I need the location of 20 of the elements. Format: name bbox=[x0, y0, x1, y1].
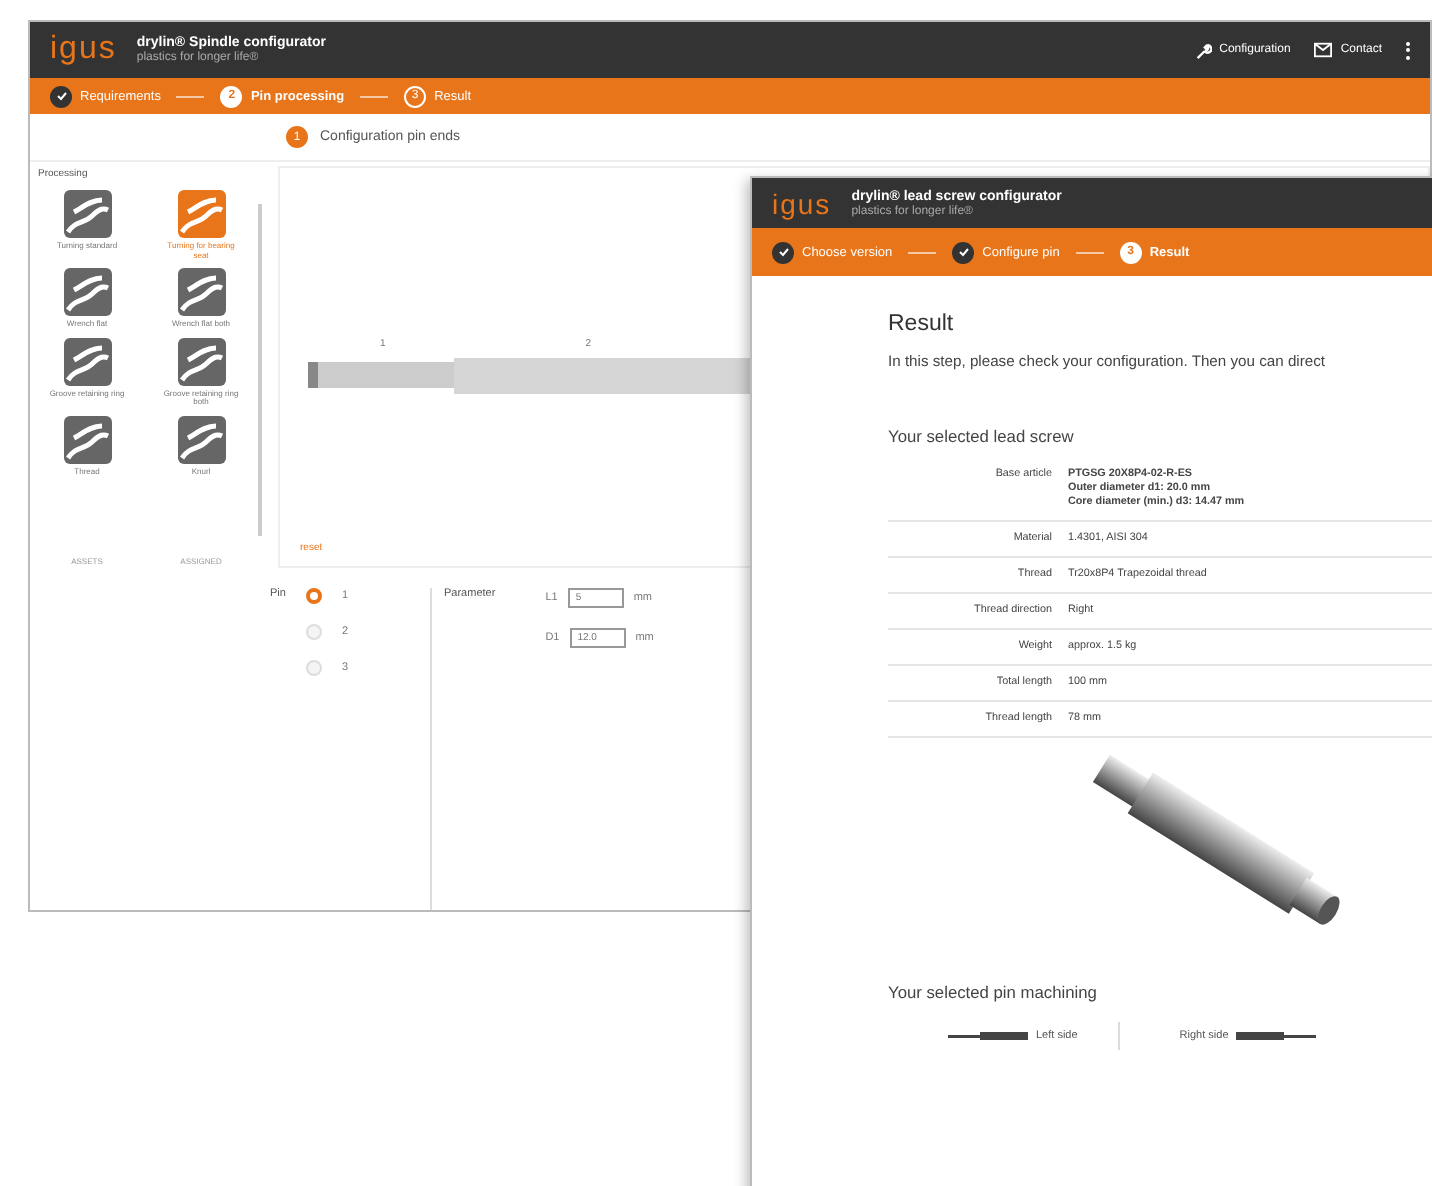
section-title: Your selected lead screw bbox=[888, 426, 1076, 446]
processing-tile-icon bbox=[175, 413, 227, 466]
logo: igus bbox=[772, 187, 832, 219]
wrench-icon bbox=[1193, 41, 1212, 59]
processing-tile-icon bbox=[61, 335, 113, 388]
page-heading: Result bbox=[888, 312, 956, 336]
processing-tile-icon bbox=[61, 266, 113, 319]
processing-tile-icon bbox=[175, 335, 227, 388]
check-icon bbox=[55, 90, 67, 102]
processing-tile-icon bbox=[175, 188, 227, 240]
processing-tile-icon bbox=[175, 266, 227, 319]
processing-tile-icon bbox=[61, 188, 113, 240]
check-icon bbox=[777, 246, 789, 258]
section-title: Your selected pin machining bbox=[888, 982, 1099, 1003]
check-icon bbox=[957, 246, 970, 258]
pin-drawing bbox=[948, 1030, 1028, 1043]
processing-tile-icon bbox=[61, 413, 113, 466]
mail-icon bbox=[1314, 42, 1333, 58]
logo: igus bbox=[50, 32, 117, 68]
pin-drawing bbox=[1236, 1030, 1317, 1043]
